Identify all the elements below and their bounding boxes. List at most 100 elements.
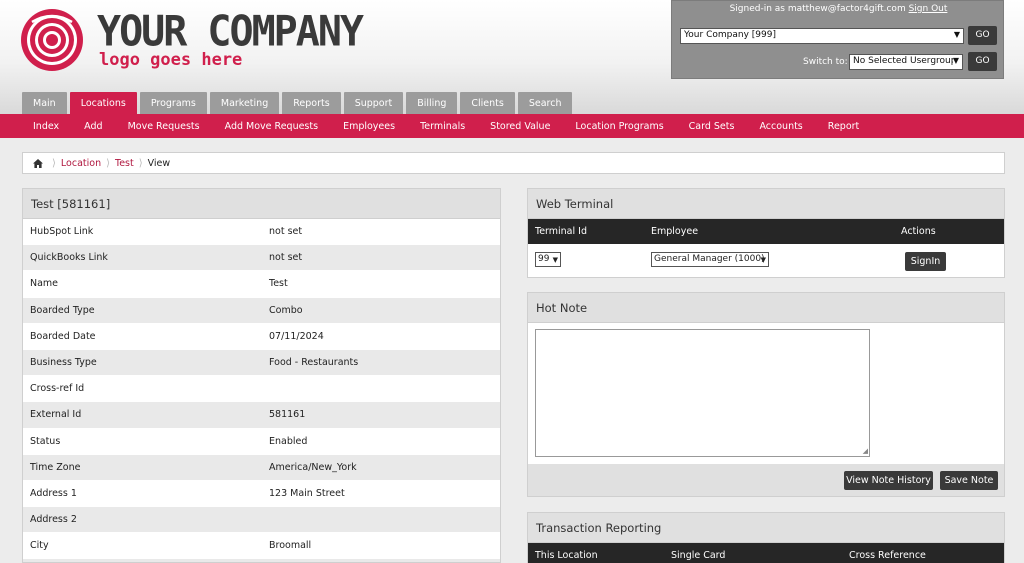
transaction-reporting-panel: Transaction Reporting This Location Sing…	[527, 512, 1005, 563]
table-row: Cross-ref Id	[23, 376, 500, 403]
field-label: Address 1	[30, 487, 77, 499]
field-label: External Id	[30, 409, 82, 421]
tab-reports[interactable]: Reports	[282, 92, 341, 114]
sub-navigation: Index Add Move Requests Add Move Request…	[0, 114, 1024, 138]
table-row: City Broomall	[23, 533, 500, 560]
subnav-add[interactable]: Add	[84, 121, 102, 132]
field-value: Combo	[269, 304, 303, 316]
field-label: Status	[30, 435, 61, 447]
table-row	[23, 559, 500, 562]
usergroup-select-value: No Selected Usergroup	[853, 56, 957, 66]
col-actions: Actions	[901, 226, 936, 237]
tab-clients[interactable]: Clients	[460, 92, 515, 114]
tab-programs[interactable]: Programs	[139, 92, 207, 114]
terminal-id-value: 99	[538, 254, 550, 264]
company-tagline: logo goes here	[99, 50, 243, 70]
main-tabs: Main Locations Programs Marketing Report…	[22, 92, 573, 114]
usergroup-select[interactable]: No Selected Usergroup ▼	[849, 54, 963, 70]
view-note-history-button[interactable]: View Note History	[844, 471, 933, 490]
field-label: Boarded Type	[30, 304, 95, 316]
field-label: QuickBooks Link	[30, 252, 108, 264]
signed-in-text: Signed-in as matthew@factor4gift.com Sig…	[672, 4, 1005, 14]
transaction-reporting-header: This Location Single Card Cross Referenc…	[528, 543, 1004, 563]
col-single-card: Single Card	[671, 550, 726, 561]
subnav-employees[interactable]: Employees	[343, 121, 395, 132]
web-terminal-panel: Web Terminal Terminal Id Employee Action…	[527, 188, 1005, 278]
field-label: Business Type	[30, 357, 97, 369]
signed-in-label: Signed-in as matthew@factor4gift.com	[729, 4, 906, 14]
breadcrumb-test[interactable]: Test	[115, 158, 134, 169]
table-row: HubSpot Link not set	[23, 219, 500, 246]
table-row: QuickBooks Link not set	[23, 245, 500, 272]
hot-note-panel: Hot Note ◢ View Note History Save Note	[527, 292, 1005, 497]
table-row: Address 2	[23, 507, 500, 534]
location-fields: HubSpot Link not set QuickBooks Link not s…	[23, 219, 500, 562]
subnav-add-move-requests[interactable]: Add Move Requests	[225, 121, 318, 132]
field-value: Food - Restaurants	[269, 357, 359, 369]
tab-locations[interactable]: Locations	[69, 92, 137, 114]
terminal-id-select[interactable]: 99 ▼	[535, 252, 561, 267]
table-row: Status Enabled	[23, 429, 500, 455]
resize-handle-icon[interactable]: ◢	[863, 447, 868, 455]
field-value: 581161	[269, 409, 306, 421]
field-label: Address 2	[30, 514, 77, 526]
switch-label: Switch to:	[803, 57, 848, 67]
subnav-index[interactable]: Index	[33, 121, 59, 132]
table-row: Time Zone America/New_York	[23, 454, 500, 481]
sign-out-link[interactable]: Sign Out	[909, 4, 948, 14]
chevron-down-icon: ▼	[953, 30, 960, 39]
tab-support[interactable]: Support	[343, 92, 404, 114]
col-terminal-id: Terminal Id	[535, 226, 587, 237]
employee-value: General Manager (1000)	[654, 254, 765, 264]
chevron-down-icon: ▼	[552, 256, 558, 264]
table-row: Boarded Date 07/11/2024	[23, 324, 500, 350]
table-row: External Id 581161	[23, 402, 500, 429]
hot-note-footer	[528, 464, 1004, 496]
signin-button[interactable]: SignIn	[905, 252, 946, 271]
home-icon[interactable]	[33, 158, 43, 168]
subnav-stored-value[interactable]: Stored Value	[490, 121, 550, 132]
subnav-report[interactable]: Report	[828, 121, 860, 132]
company-go-button[interactable]: GO	[968, 26, 997, 45]
breadcrumb-separator-icon: ⟩	[106, 157, 110, 169]
tab-search[interactable]: Search	[517, 92, 573, 114]
field-value: not set	[269, 252, 303, 264]
transaction-reporting-title: Transaction Reporting	[528, 513, 1004, 543]
tab-billing[interactable]: Billing	[406, 92, 458, 114]
subnav-move-requests[interactable]: Move Requests	[128, 121, 200, 132]
company-logo-icon	[21, 9, 83, 71]
field-value: not set	[269, 226, 303, 238]
company-select[interactable]: Your Company [999] ▼	[680, 28, 964, 44]
field-value: Enabled	[269, 435, 308, 447]
tab-main[interactable]: Main	[22, 92, 67, 114]
field-label: City	[30, 540, 49, 552]
subnav-card-sets[interactable]: Card Sets	[689, 121, 735, 132]
tab-marketing[interactable]: Marketing	[209, 92, 280, 114]
hot-note-title: Hot Note	[528, 293, 1004, 323]
company-select-value: Your Company [999]	[684, 30, 776, 40]
field-value: Test	[269, 278, 288, 290]
subnav-location-programs[interactable]: Location Programs	[575, 121, 663, 132]
field-value: 07/11/2024	[269, 330, 324, 342]
account-box: Signed-in as matthew@factor4gift.com Sig…	[671, 0, 1004, 79]
subnav-terminals[interactable]: Terminals	[420, 121, 465, 132]
location-details-panel: Test [581161] HubSpot Link not set QuickB…	[22, 188, 501, 563]
save-note-button[interactable]: Save Note	[940, 471, 998, 490]
breadcrumb-location[interactable]: Location	[61, 158, 101, 169]
field-label: Cross-ref Id	[30, 383, 85, 395]
breadcrumb-separator-icon: ⟩	[138, 157, 143, 169]
field-value: Broomall	[269, 540, 312, 552]
table-row: Address 1 123 Main Street	[23, 481, 500, 508]
col-this-location: This Location	[535, 550, 598, 561]
table-row: Business Type Food - Restaurants	[23, 349, 500, 377]
table-row: Boarded Type Combo	[23, 297, 500, 324]
hot-note-textarea[interactable]: ◢	[535, 329, 870, 457]
field-value: America/New_York	[269, 461, 357, 473]
field-label: HubSpot Link	[30, 226, 94, 238]
table-row: Name Test	[23, 271, 500, 298]
employee-select[interactable]: General Manager (1000) ▼	[651, 252, 769, 267]
breadcrumb-view: View	[147, 157, 171, 169]
subnav-accounts[interactable]: Accounts	[759, 121, 802, 132]
usergroup-go-button[interactable]: GO	[968, 52, 997, 71]
chevron-down-icon: ▼	[952, 56, 959, 65]
